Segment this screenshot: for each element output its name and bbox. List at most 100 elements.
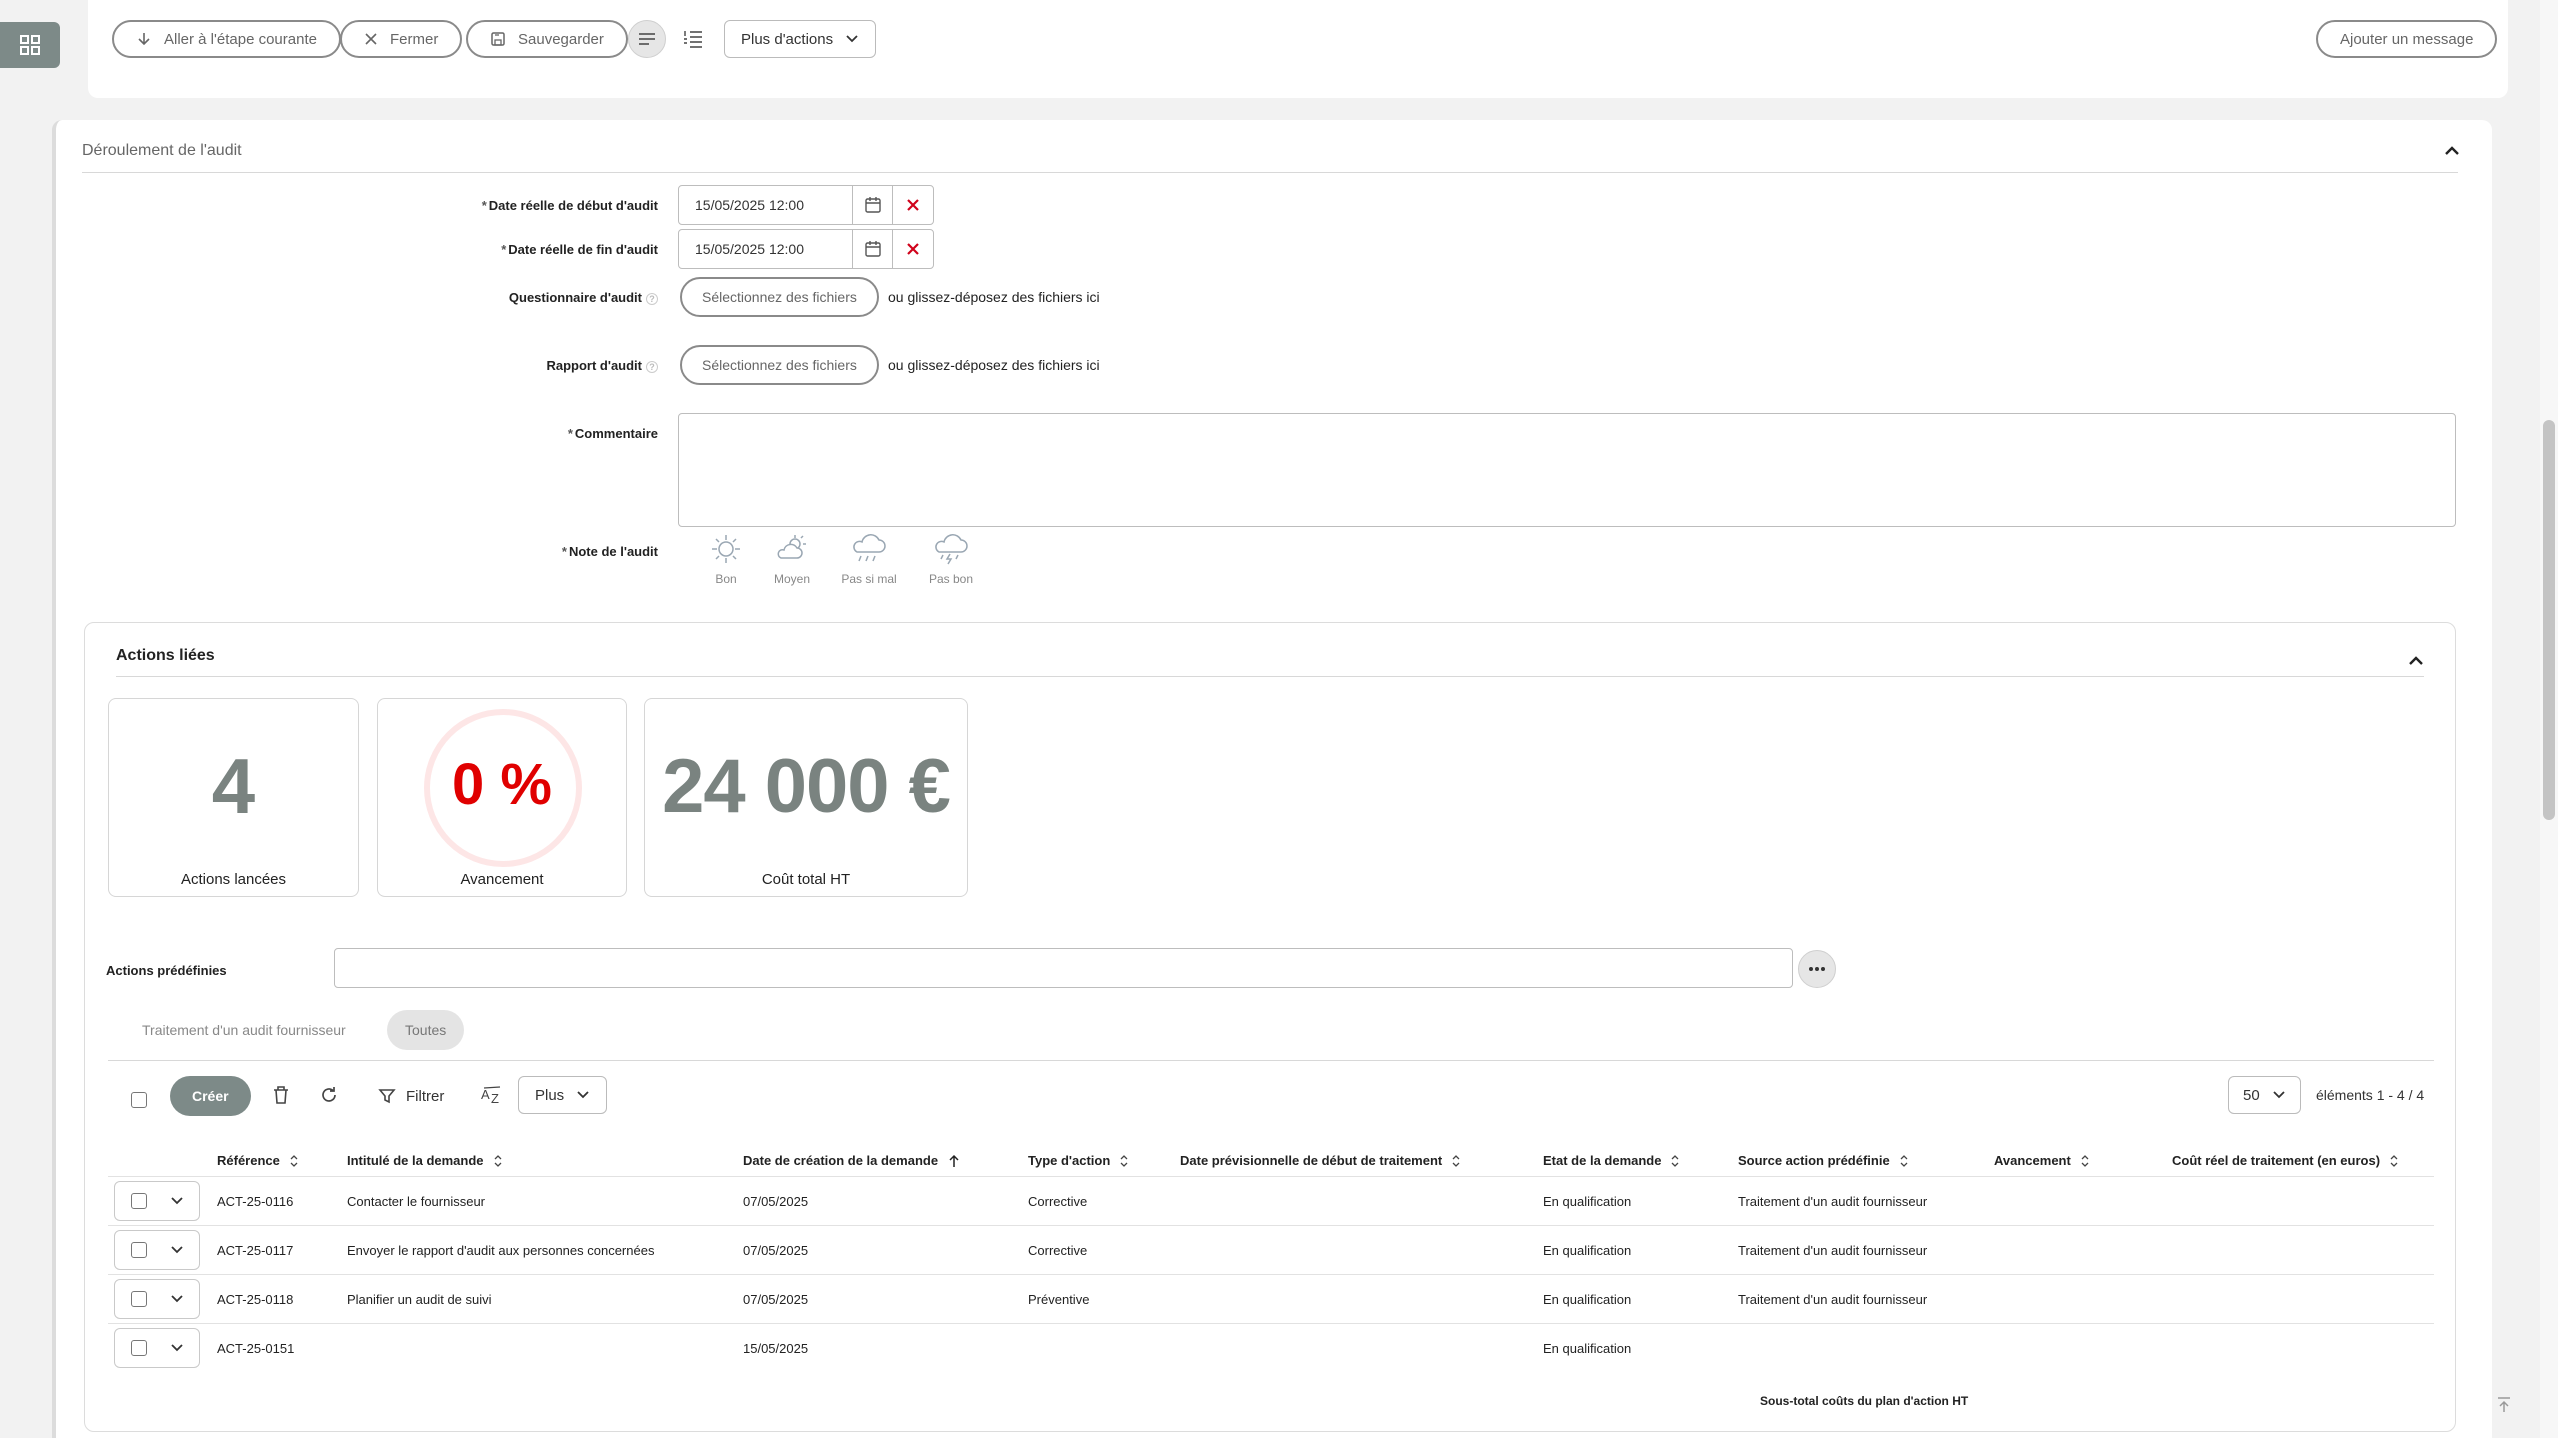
scrollbar-thumb[interactable] [2543,420,2555,820]
plus-label: Plus [535,1086,565,1104]
cell-reference[interactable]: ACT-25-0116 [217,1194,293,1209]
close-button[interactable]: Fermer [340,20,463,58]
questionnaire-select-files-button[interactable]: Sélectionnez des fichiers [680,277,879,317]
column-header-state[interactable]: Etat de la demande [1543,1153,1679,1168]
row-select[interactable] [114,1181,200,1221]
kpi-progress: 0 % Avancement [377,698,627,897]
row-checkbox[interactable] [131,1193,147,1209]
cell-reference[interactable]: ACT-25-0118 [217,1292,293,1307]
cell-title: Contacter le fournisseur [347,1194,486,1209]
goto-step-label: Aller à l'étape courante [164,30,317,48]
row-select[interactable] [114,1230,200,1270]
chevron-down-icon [577,1091,589,1099]
clear-start-date-button[interactable] [893,186,933,224]
cell-state: En qualification [1543,1243,1632,1258]
cell-reference[interactable]: ACT-25-0117 [217,1243,293,1258]
report-select-files-button[interactable]: Sélectionnez des fichiers [680,345,879,385]
chevron-down-icon [2273,1091,2285,1099]
chevron-down-icon[interactable] [171,1197,183,1205]
predefined-actions-input[interactable] [334,948,1793,988]
cell-source: Traitement d'un audit fournisseur [1738,1194,1928,1209]
select-all-checkbox[interactable] [131,1092,147,1108]
calendar-button[interactable] [853,186,893,224]
chevron-down-icon[interactable] [171,1295,183,1303]
clear-icon [907,243,919,255]
sort-icon [1900,1154,1908,1167]
lines-icon [639,33,655,45]
scroll-to-top-icon[interactable] [2496,1396,2512,1414]
tab-all[interactable]: Toutes [387,1010,465,1050]
rating-good[interactable]: Bon [691,532,761,586]
apps-menu-button[interactable] [0,22,60,68]
report-label: Rapport d'audit? [298,358,658,373]
divider [108,1060,2434,1061]
sort-icon [1452,1154,1460,1167]
divider [82,172,2458,173]
rating-not-bad[interactable]: Pas si mal [834,532,904,586]
clear-icon [907,199,919,211]
more-actions-dropdown[interactable]: Plus d'actions [724,20,877,58]
kpi-total-cost: 24 000 € Coût total HT [644,698,968,897]
calendar-button[interactable] [853,230,893,268]
predefined-actions-browse-button[interactable] [1798,950,1836,988]
column-header-planned-start[interactable]: Date prévisionnelle de début de traiteme… [1180,1153,1460,1168]
sun-icon [712,535,740,563]
column-header-source[interactable]: Source action prédéfinie [1738,1153,1908,1168]
more-actions-label: Plus d'actions [741,30,834,48]
row-checkbox[interactable] [131,1242,147,1258]
chevron-down-icon [846,35,858,43]
arrow-down-icon [138,33,150,46]
list-view-button[interactable] [674,20,712,58]
linked-actions-title: Actions liées [116,647,215,664]
goto-step-button[interactable]: Aller à l'étape courante [112,20,341,58]
column-header-reference[interactable]: Référence [217,1153,298,1168]
column-header-created-date[interactable]: Date de création de la demande [743,1153,960,1168]
cell-created-date: 07/05/2025 [743,1243,809,1258]
plus-dropdown[interactable]: Plus [518,1076,608,1114]
row-checkbox[interactable] [131,1340,147,1356]
predefined-actions-label: Actions prédéfinies [106,963,227,978]
chevron-down-icon[interactable] [171,1344,183,1352]
row-select[interactable] [114,1328,200,1368]
scrollbar[interactable] [2540,0,2558,1438]
rating-not-good[interactable]: Pas bon [916,532,986,586]
refresh-icon [322,1087,336,1102]
page-size-value: 50 [2243,1086,2260,1104]
kpi-progress-label: Avancement [460,871,544,888]
collapse-chevron-icon[interactable] [2408,654,2424,666]
save-button[interactable]: Sauvegarder [466,20,628,58]
sort-button[interactable]: AZ [474,1076,512,1114]
row-checkbox[interactable] [131,1291,147,1307]
collapse-chevron-icon[interactable] [2444,144,2460,156]
cell-action-type: Préventive [1028,1292,1090,1307]
column-header-title[interactable]: Intitulé de la demande [347,1153,502,1168]
refresh-button[interactable] [310,1076,348,1114]
rating-medium[interactable]: Moyen [757,532,827,586]
cell-reference[interactable]: ACT-25-0151 [217,1341,294,1356]
row-select[interactable] [114,1279,200,1319]
start-date-value[interactable]: 15/05/2025 12:00 [679,186,853,224]
filter-button[interactable]: Filtrer [378,1076,444,1116]
audit-section-title: Déroulement de l'audit [82,142,242,159]
sort-az-icon: AZ [481,1086,501,1105]
clear-end-date-button[interactable] [893,230,933,268]
page-size-select[interactable]: 50 [2228,1076,2301,1114]
column-header-real-cost[interactable]: Coût réel de traitement (en euros) [2172,1153,2398,1168]
sort-icon [1120,1154,1128,1167]
sort-icon [494,1154,501,1167]
comment-textarea[interactable] [678,413,2456,527]
create-button[interactable]: Créer [170,1076,251,1116]
lines-view-button[interactable] [628,20,666,58]
chevron-down-icon[interactable] [171,1246,183,1254]
add-message-button[interactable]: Ajouter un message [2316,20,2498,58]
end-date-value[interactable]: 15/05/2025 12:00 [679,230,853,268]
column-header-progress[interactable]: Avancement [1994,1153,2089,1168]
save-label: Sauvegarder [518,30,604,48]
cell-action-type: Corrective [1028,1243,1088,1258]
tab-supplier-audit[interactable]: Traitement d'un audit fournisseur [124,1010,364,1050]
delete-button[interactable] [262,1076,300,1114]
start-date-field[interactable]: 15/05/2025 12:00 [678,185,934,225]
end-date-field[interactable]: 15/05/2025 12:00 [678,229,934,269]
divider [108,1274,2434,1275]
column-header-action-type[interactable]: Type d'action [1028,1153,1128,1168]
